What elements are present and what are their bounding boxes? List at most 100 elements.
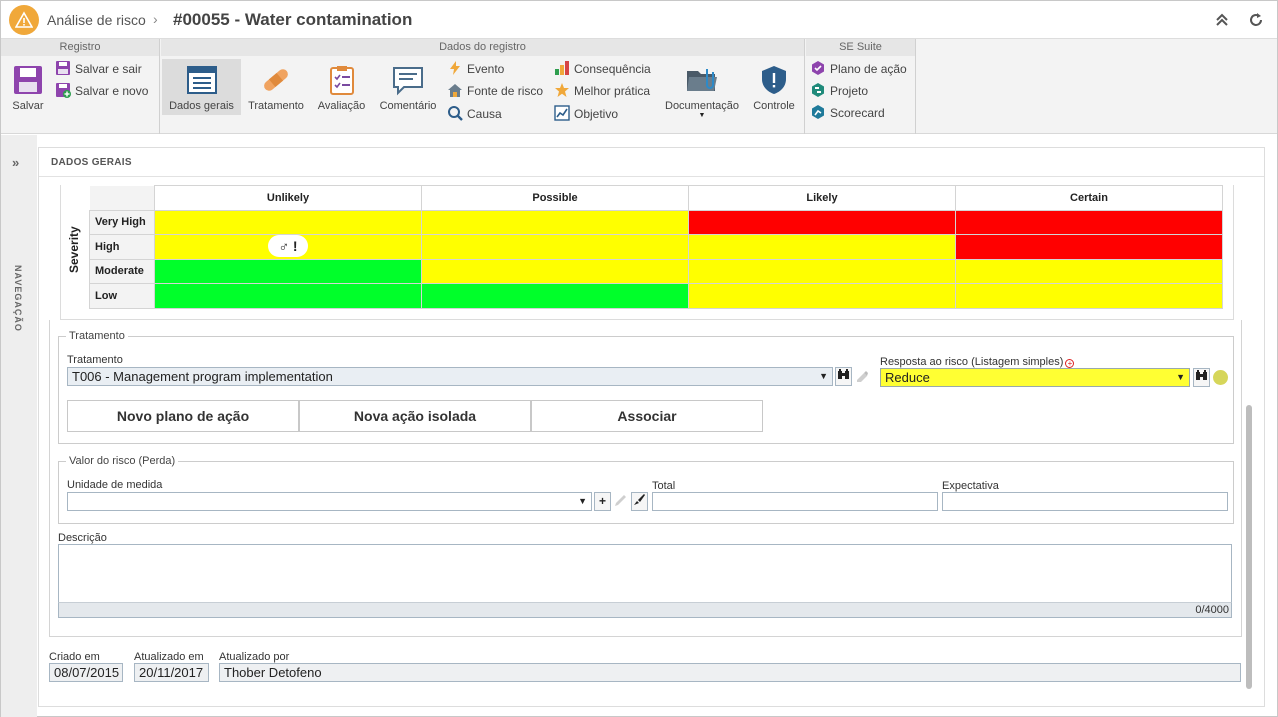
hexagon-project-icon xyxy=(810,82,826,98)
form-window-icon xyxy=(185,63,219,97)
event-label: Evento xyxy=(467,62,505,76)
matrix-row: Very High xyxy=(89,209,1223,235)
consequence-label: Consequência xyxy=(574,62,651,76)
cause-label: Causa xyxy=(467,107,502,121)
general-data-button[interactable]: Dados gerais xyxy=(162,59,241,115)
save-label: Salvar xyxy=(12,100,44,112)
matrix-corner xyxy=(89,185,155,211)
save-and-new-button[interactable]: Salvar e novo xyxy=(55,81,148,101)
breadcrumb[interactable]: Análise de risco xyxy=(47,12,146,28)
app-window: Análise de risco › #00055 - Water contam… xyxy=(0,0,1278,717)
group-divider xyxy=(915,39,916,134)
scorecard-button[interactable]: Scorecard xyxy=(810,103,885,123)
matrix-cell[interactable] xyxy=(688,258,956,284)
consequence-button[interactable]: Consequência xyxy=(554,59,651,79)
save-and-exit-label: Salvar e sair xyxy=(75,62,142,76)
section-frame xyxy=(49,320,1242,637)
group-title-dados: Dados do registro xyxy=(161,39,804,56)
created-label: Criado em xyxy=(49,651,100,663)
breadcrumb-separator: › xyxy=(153,11,158,27)
save-button[interactable]: Salvar xyxy=(7,59,49,112)
group-title-suite: SE Suite xyxy=(806,39,915,56)
group-divider xyxy=(159,39,160,134)
severity-axis-label: Severity xyxy=(67,226,81,273)
objective-label: Objetivo xyxy=(574,107,619,121)
risk-matrix: Unlikely Possible Likely Certain Very Hi… xyxy=(89,185,1223,309)
folder-clip-icon xyxy=(685,63,719,97)
panel-title: DADOS GERAIS xyxy=(51,157,132,168)
treatment-label: Tratamento xyxy=(248,100,304,112)
save-exit-icon xyxy=(55,60,71,76)
event-button[interactable]: Evento xyxy=(447,59,504,79)
updated-label: Atualizado em xyxy=(134,651,204,663)
evaluation-button[interactable]: Avaliação xyxy=(314,59,369,112)
panel-divider xyxy=(39,176,1264,177)
save-and-exit-button[interactable]: Salvar e sair xyxy=(55,59,142,79)
control-button[interactable]: Controle xyxy=(750,59,798,112)
house-icon xyxy=(447,82,463,98)
matrix-cell[interactable] xyxy=(421,283,689,309)
matrix-cell[interactable] xyxy=(421,258,689,284)
row-header: High xyxy=(89,234,155,260)
shield-icon xyxy=(757,63,791,97)
lightning-icon xyxy=(447,60,463,76)
star-icon xyxy=(554,82,570,98)
comment-button[interactable]: Comentário xyxy=(377,59,439,112)
matrix-cell[interactable] xyxy=(154,283,422,309)
clipboard-icon xyxy=(325,63,359,97)
save-new-icon xyxy=(55,82,71,98)
group-title-registro: Registro xyxy=(1,39,159,56)
matrix-cell[interactable] xyxy=(688,283,956,309)
ribbon-toolbar: Registro Dados do registro SE Suite Salv… xyxy=(1,39,1277,134)
objective-button[interactable]: Objetivo xyxy=(554,104,618,124)
best-practice-button[interactable]: Melhor prática xyxy=(554,81,650,101)
scorecard-label: Scorecard xyxy=(830,106,885,120)
best-practice-label: Melhor prática xyxy=(574,84,651,98)
navigation-sidebar[interactable]: » NAVEGAÇÃO xyxy=(1,135,37,717)
updated-date: 20/11/2017 xyxy=(134,663,209,682)
row-header: Low xyxy=(89,283,155,309)
cause-button[interactable]: Causa xyxy=(447,104,502,124)
control-label: Controle xyxy=(753,100,795,112)
documentation-button[interactable]: Documentação ▼ xyxy=(663,59,741,120)
expand-chevron-icon[interactable]: » xyxy=(12,155,19,170)
row-header: Moderate xyxy=(89,258,155,284)
column-header: Possible xyxy=(421,185,689,211)
speech-bubble-icon xyxy=(391,63,425,97)
column-header: Unlikely xyxy=(154,185,422,211)
matrix-cell[interactable] xyxy=(955,258,1223,284)
matrix-cell[interactable] xyxy=(688,234,956,260)
updated-by-label: Atualizado por xyxy=(219,651,290,663)
project-button[interactable]: Projeto xyxy=(810,81,868,101)
hexagon-action-icon xyxy=(810,60,826,76)
column-header: Certain xyxy=(955,185,1223,211)
scrollbar[interactable] xyxy=(1246,405,1252,689)
risk-position-marker[interactable]: ♂ ! xyxy=(268,235,308,257)
treatment-button[interactable]: Tratamento xyxy=(245,59,307,112)
save-and-new-label: Salvar e novo xyxy=(75,84,149,98)
navigation-label: NAVEGAÇÃO xyxy=(13,265,23,332)
dropdown-arrow-icon: ▼ xyxy=(698,112,706,119)
matrix-cell[interactable] xyxy=(421,209,689,235)
page-title: #00055 - Water contamination xyxy=(173,10,413,29)
matrix-row: Low xyxy=(89,283,1223,309)
matrix-cell[interactable] xyxy=(688,209,956,235)
updated-by-field: Thober Detofeno xyxy=(219,663,1241,682)
risk-source-button[interactable]: Fonte de risco xyxy=(447,81,543,101)
matrix-cell[interactable] xyxy=(154,209,422,235)
row-header: Very High xyxy=(89,209,155,235)
created-date: 08/07/2015 xyxy=(49,663,123,682)
matrix-cell[interactable] xyxy=(955,209,1223,235)
evaluation-label: Avaliação xyxy=(317,100,366,112)
hexagon-scorecard-icon xyxy=(810,104,826,120)
matrix-cell[interactable] xyxy=(955,283,1223,309)
matrix-cell[interactable] xyxy=(955,234,1223,260)
collapse-icon[interactable] xyxy=(1215,12,1231,28)
matrix-cell[interactable] xyxy=(421,234,689,260)
risk-source-label: Fonte de risco xyxy=(467,84,544,98)
action-plan-button[interactable]: Plano de ação xyxy=(810,59,907,79)
general-data-label: Dados gerais xyxy=(169,100,234,112)
group-divider xyxy=(804,39,805,134)
matrix-cell[interactable] xyxy=(154,258,422,284)
refresh-icon[interactable] xyxy=(1248,12,1264,28)
